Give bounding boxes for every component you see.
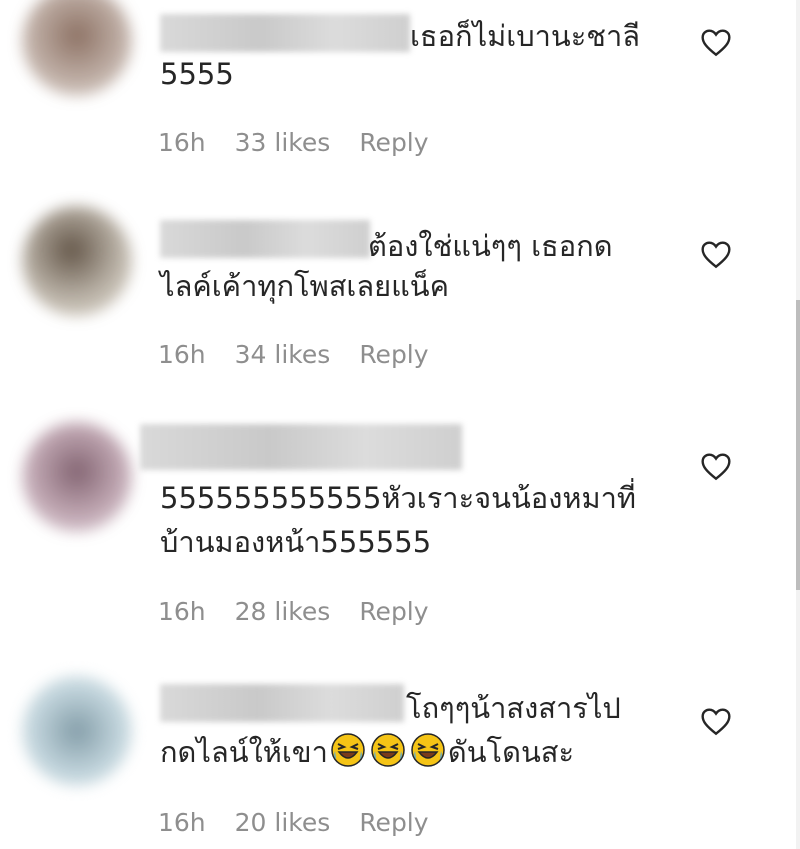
laughing-emoji-icon xyxy=(411,733,445,767)
comment-text-segment: ดันโดนสะ xyxy=(447,735,575,769)
comment-meta: 16h 33 likes Reply xyxy=(158,128,429,157)
timestamp[interactable]: 16h xyxy=(158,128,206,157)
avatar[interactable] xyxy=(22,422,132,532)
heart-icon[interactable] xyxy=(700,451,732,481)
likes-count[interactable]: 34 likes xyxy=(235,340,331,369)
reply-button[interactable]: Reply xyxy=(359,128,428,157)
comment-text-line-2: ไลค์เค้าทุกโพสเลยแน็ค xyxy=(160,269,450,303)
likes-count[interactable]: 20 likes xyxy=(235,808,331,837)
laughing-emoji-icon xyxy=(331,733,365,767)
username-blurred[interactable] xyxy=(160,14,410,52)
avatar[interactable] xyxy=(22,0,132,96)
comment-text-line-2: บ้านมองหน้า555555 xyxy=(160,525,432,559)
comment-text-line-2: 5555 xyxy=(160,57,234,91)
scrollbar-thumb[interactable] xyxy=(796,300,800,590)
likes-count[interactable]: 33 likes xyxy=(235,128,331,157)
username-blurred[interactable] xyxy=(140,424,462,470)
timestamp[interactable]: 16h xyxy=(158,808,206,837)
comment-text-line-1: เธอก็ไม่เบานะชาลี xyxy=(410,19,641,53)
heart-icon[interactable] xyxy=(700,706,732,736)
avatar[interactable] xyxy=(22,206,132,316)
reply-button[interactable]: Reply xyxy=(359,808,428,837)
heart-icon[interactable] xyxy=(700,27,732,57)
avatar[interactable] xyxy=(22,676,132,786)
timestamp[interactable]: 16h xyxy=(158,340,206,369)
comment-text-segment: กดไลน์ให้เขา xyxy=(160,735,328,769)
comment-meta: 16h 28 likes Reply xyxy=(158,597,429,626)
heart-icon[interactable] xyxy=(700,239,732,269)
comment-meta: 16h 34 likes Reply xyxy=(158,340,429,369)
username-blurred[interactable] xyxy=(160,684,404,722)
likes-count[interactable]: 28 likes xyxy=(235,597,331,626)
timestamp[interactable]: 16h xyxy=(158,597,206,626)
comment-text-line-2: กดไลน์ให้เขา ดันโดนสะ xyxy=(160,726,574,778)
reply-button[interactable]: Reply xyxy=(359,597,428,626)
laughing-emoji-icon xyxy=(371,733,405,767)
comment-meta: 16h 20 likes Reply xyxy=(158,808,429,837)
username-blurred[interactable] xyxy=(160,220,370,258)
reply-button[interactable]: Reply xyxy=(359,340,428,369)
